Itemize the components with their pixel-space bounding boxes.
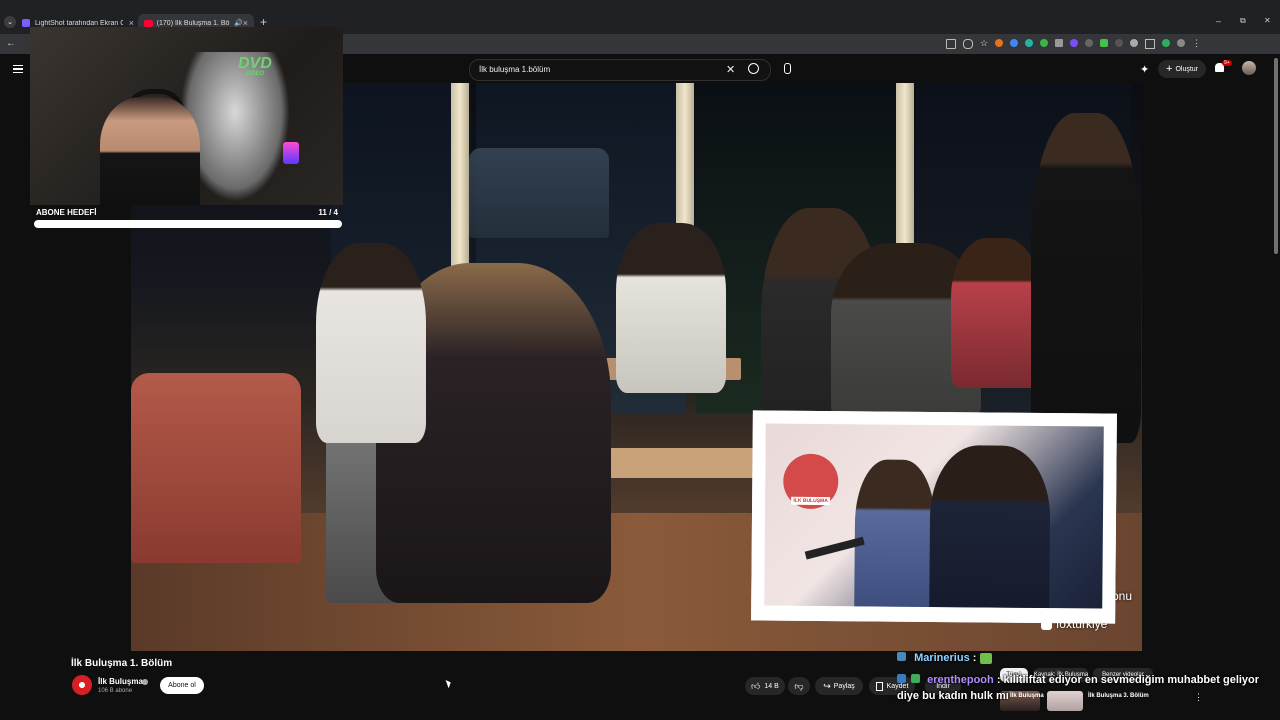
share-icon: ↪ [823, 680, 831, 691]
dvd-text: DVD [238, 55, 272, 72]
mouse-cursor-icon [445, 678, 453, 689]
thumbs-down-icon: 👎︎ [794, 680, 804, 691]
chat-message: erenthepooh : kilitliftat ediyor en sevm… [897, 672, 1267, 704]
profile-icon[interactable] [1177, 39, 1186, 47]
person-man-white-jacket [616, 223, 726, 393]
ext-dark-icon[interactable] [1115, 39, 1124, 47]
avatar[interactable] [1242, 61, 1256, 75]
share-label: Paylaş [833, 682, 855, 690]
chat-badge-icon [897, 652, 906, 661]
chat-colon: : [972, 652, 980, 664]
close-window-button[interactable]: ✕ [1264, 16, 1271, 25]
bookmark-icon [875, 681, 883, 691]
ai-sparkle-icon[interactable]: ✦ [1140, 63, 1149, 76]
dislike-button[interactable]: 👎︎ [788, 677, 810, 695]
ext-orange-icon[interactable] [995, 39, 1004, 47]
ext-blue-icon[interactable] [1010, 39, 1019, 47]
tab-favicon-icon [22, 19, 30, 27]
chat-username: erenthepooh [927, 674, 994, 686]
studio-pip-overlay: İLK BULUŞMA [751, 410, 1117, 624]
clear-search-icon[interactable]: ✕ [726, 63, 735, 76]
plus-icon: + [1166, 63, 1173, 75]
host-right [929, 444, 1051, 609]
ext-green2-icon[interactable] [1162, 39, 1171, 47]
person-woman-plaid [951, 238, 1041, 388]
create-button[interactable]: + Oluştur [1158, 60, 1206, 78]
maximize-button[interactable]: ⧉ [1240, 16, 1246, 26]
channel-name[interactable]: İlk Buluşma [98, 677, 143, 686]
host-left [854, 459, 936, 609]
goal-label: ABONE HEDEFİ [36, 208, 97, 217]
back-arrow-icon[interactable]: ← [6, 38, 16, 49]
thumbs-up-icon: 👍︎ [751, 680, 761, 691]
chat-emote-icon [979, 652, 992, 664]
youtube-favicon-icon [144, 19, 153, 27]
verified-icon [142, 679, 148, 685]
tab-audio-icon[interactable]: 🔊 [234, 19, 243, 27]
create-label: Oluştur [1175, 65, 1198, 73]
tab-title: (170) İlk Buluşma 1. Bölüm [156, 19, 230, 27]
ext-light-icon[interactable] [1130, 39, 1139, 47]
cast-icon[interactable] [946, 39, 956, 49]
minimize-button[interactable]: – [1216, 16, 1221, 26]
ext-puzzle-icon[interactable] [1055, 39, 1064, 47]
menu-dots-icon[interactable]: ⋮ [1192, 39, 1201, 49]
chat-username: Marinerius [914, 652, 970, 664]
goal-progress-bar [34, 220, 342, 228]
channel-subscribers: 106 B abone [98, 688, 133, 694]
streamer-webcam: DVD VIDEO [30, 27, 343, 205]
subscriber-goal: ABONE HEDEFİ 11 / 4 [34, 208, 344, 232]
search-icon[interactable] [748, 63, 759, 74]
like-count: 14 B [764, 682, 779, 690]
dvd-logo: DVD VIDEO [238, 55, 272, 79]
share-button[interactable]: ↪ Paylaş [815, 677, 863, 695]
mic-icon[interactable] [784, 63, 791, 74]
tab-search-icon[interactable]: ⌄ [4, 16, 16, 28]
goal-progress-text: 11 / 4 [318, 208, 338, 217]
chat-badge-icon [911, 674, 921, 683]
extensions-icon[interactable] [1145, 39, 1156, 49]
show-logo-sign: İLK BULUŞMA [783, 453, 839, 510]
studio-frame: İLK BULUŞMA [764, 423, 1104, 609]
chat-badge-icon [897, 674, 906, 683]
chat-colon: : [996, 674, 1004, 686]
ext-green-icon[interactable] [1040, 39, 1049, 47]
subscribe-button[interactable]: Abone ol [160, 677, 204, 694]
ext-teal-icon[interactable] [1025, 39, 1034, 47]
like-button[interactable]: 👍︎ 14 B [745, 677, 785, 695]
page-scrollbar[interactable] [1274, 58, 1278, 254]
ext-lime-icon[interactable] [1100, 39, 1109, 47]
eye-off-icon[interactable] [963, 39, 973, 49]
video-title: İlk Buluşma 1. Bölüm [71, 658, 173, 669]
notification-badge: 9+ [1222, 60, 1232, 66]
channel-avatar[interactable] [72, 675, 92, 695]
person-waiter [1031, 113, 1141, 443]
ext-gray-icon[interactable] [1085, 39, 1094, 47]
extensions-row: ☆ ⋮ [946, 39, 1201, 49]
person-man-white-shirt [316, 243, 426, 443]
van [469, 148, 609, 238]
search-text: İlk buluşma 1.bölüm [479, 65, 551, 74]
hamburger-middle-line [13, 68, 23, 70]
streamer [100, 97, 200, 205]
rgb-light [283, 142, 299, 164]
chair [131, 373, 301, 563]
search-input[interactable]: İlk buluşma 1.bölüm ✕ [469, 59, 771, 81]
tab-title: LightShot tarafından Ekran Gör [35, 19, 123, 27]
show-logo-text: İLK BULUŞMA [791, 496, 830, 506]
chat-message: Marinerius : [897, 652, 992, 664]
star-icon[interactable]: ☆ [980, 39, 988, 49]
ext-purple-icon[interactable] [1070, 39, 1079, 47]
